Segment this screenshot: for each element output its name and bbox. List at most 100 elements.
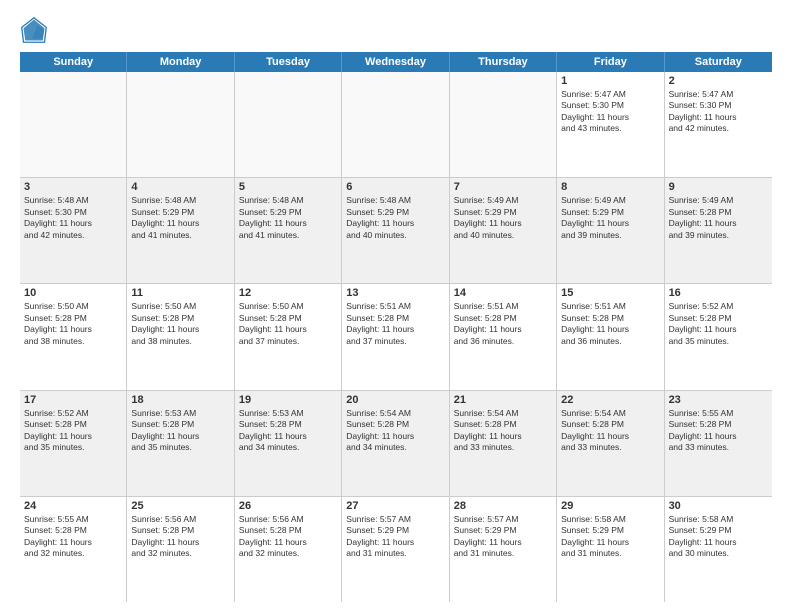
calendar-row: 10Sunrise: 5:50 AMSunset: 5:28 PMDayligh… [20, 284, 772, 390]
day-info: Sunrise: 5:54 AMSunset: 5:28 PMDaylight:… [346, 408, 444, 454]
day-number: 23 [669, 394, 768, 406]
day-number: 15 [561, 287, 659, 299]
day-info: Sunrise: 5:57 AMSunset: 5:29 PMDaylight:… [454, 514, 552, 560]
day-number: 24 [24, 500, 122, 512]
calendar-cell: 23Sunrise: 5:55 AMSunset: 5:28 PMDayligh… [665, 391, 772, 496]
day-info: Sunrise: 5:58 AMSunset: 5:29 PMDaylight:… [561, 514, 659, 560]
calendar-cell [127, 72, 234, 177]
calendar-cell: 26 Sunrise: 5:56 AMSunset: 5:28 PMDayligh… [235, 497, 342, 602]
day-info: Sunrise: 5:47 AMSunset: 5:30 PMDaylight:… [561, 89, 659, 135]
calendar-cell: 22 Sunrise: 5:54 AMSunset: 5:28 PMDayligh… [557, 391, 664, 496]
day-number: 7 [454, 181, 552, 193]
header-cell-tuesday: Tuesday [235, 52, 342, 72]
calendar-cell: 1 Sunrise: 5:47 AMSunset: 5:30 PMDaylight… [557, 72, 664, 177]
calendar-cell [235, 72, 342, 177]
header-cell-friday: Friday [557, 52, 664, 72]
day-number: 17 [24, 394, 122, 406]
calendar-cell: 16Sunrise: 5:52 AMSunset: 5:28 PMDayligh… [665, 284, 772, 389]
day-number: 13 [346, 287, 444, 299]
day-info: Sunrise: 5:50 AMSunset: 5:28 PMDaylight:… [24, 301, 122, 347]
day-number: 22 [561, 394, 659, 406]
day-info: Sunrise: 5:48 AMSunset: 5:29 PMDaylight:… [239, 195, 337, 241]
day-number: 11 [131, 287, 229, 299]
day-info: Sunrise: 5:58 AMSunset: 5:29 PMDaylight:… [669, 514, 768, 560]
day-info: Sunrise: 5:56 AMSunset: 5:28 PMDaylight:… [239, 514, 337, 560]
calendar-cell: 12 Sunrise: 5:50 AMSunset: 5:28 PMDayligh… [235, 284, 342, 389]
day-info: Sunrise: 5:54 AMSunset: 5:28 PMDaylight:… [561, 408, 659, 454]
day-info: Sunrise: 5:51 AMSunset: 5:28 PMDaylight:… [346, 301, 444, 347]
calendar-cell: 15 Sunrise: 5:51 AMSunset: 5:28 PMDayligh… [557, 284, 664, 389]
day-number: 6 [346, 181, 444, 193]
calendar-cell: 10Sunrise: 5:50 AMSunset: 5:28 PMDayligh… [20, 284, 127, 389]
day-number: 26 [239, 500, 337, 512]
day-info: Sunrise: 5:54 AMSunset: 5:28 PMDaylight:… [454, 408, 552, 454]
header-cell-saturday: Saturday [665, 52, 772, 72]
calendar-cell: 14 Sunrise: 5:51 AMSunset: 5:28 PMDayligh… [450, 284, 557, 389]
calendar-body: 1 Sunrise: 5:47 AMSunset: 5:30 PMDaylight… [20, 72, 772, 602]
calendar-header: SundayMondayTuesdayWednesdayThursdayFrid… [20, 52, 772, 72]
calendar: SundayMondayTuesdayWednesdayThursdayFrid… [20, 52, 772, 602]
day-info: Sunrise: 5:49 AMSunset: 5:29 PMDaylight:… [454, 195, 552, 241]
day-info: Sunrise: 5:48 AMSunset: 5:30 PMDaylight:… [24, 195, 122, 241]
calendar-cell: 27 Sunrise: 5:57 AMSunset: 5:29 PMDayligh… [342, 497, 449, 602]
day-info: Sunrise: 5:53 AMSunset: 5:28 PMDaylight:… [239, 408, 337, 454]
calendar-cell [20, 72, 127, 177]
calendar-cell: 3 Sunrise: 5:48 AMSunset: 5:30 PMDaylight… [20, 178, 127, 283]
day-info: Sunrise: 5:56 AMSunset: 5:28 PMDaylight:… [131, 514, 229, 560]
calendar-cell: 30Sunrise: 5:58 AMSunset: 5:29 PMDayligh… [665, 497, 772, 602]
day-number: 28 [454, 500, 552, 512]
day-info: Sunrise: 5:51 AMSunset: 5:28 PMDaylight:… [561, 301, 659, 347]
calendar-row: 1 Sunrise: 5:47 AMSunset: 5:30 PMDaylight… [20, 72, 772, 178]
day-info: Sunrise: 5:48 AMSunset: 5:29 PMDaylight:… [131, 195, 229, 241]
logo [20, 16, 50, 44]
day-number: 14 [454, 287, 552, 299]
day-number: 19 [239, 394, 337, 406]
day-info: Sunrise: 5:49 AMSunset: 5:28 PMDaylight:… [669, 195, 768, 241]
calendar-cell: 19 Sunrise: 5:53 AMSunset: 5:28 PMDayligh… [235, 391, 342, 496]
calendar-cell: 20 Sunrise: 5:54 AMSunset: 5:28 PMDayligh… [342, 391, 449, 496]
day-info: Sunrise: 5:53 AMSunset: 5:28 PMDaylight:… [131, 408, 229, 454]
calendar-cell: 6 Sunrise: 5:48 AMSunset: 5:29 PMDaylight… [342, 178, 449, 283]
day-info: Sunrise: 5:50 AMSunset: 5:28 PMDaylight:… [131, 301, 229, 347]
day-info: Sunrise: 5:47 AMSunset: 5:30 PMDaylight:… [669, 89, 768, 135]
calendar-row: 3 Sunrise: 5:48 AMSunset: 5:30 PMDaylight… [20, 178, 772, 284]
header-cell-thursday: Thursday [450, 52, 557, 72]
calendar-row: 17 Sunrise: 5:52 AMSunset: 5:28 PMDayligh… [20, 391, 772, 497]
calendar-cell: 9 Sunrise: 5:49 AMSunset: 5:28 PMDaylight… [665, 178, 772, 283]
day-number: 29 [561, 500, 659, 512]
day-number: 9 [669, 181, 768, 193]
calendar-cell: 8Sunrise: 5:49 AMSunset: 5:29 PMDaylight… [557, 178, 664, 283]
day-info: Sunrise: 5:57 AMSunset: 5:29 PMDaylight:… [346, 514, 444, 560]
day-info: Sunrise: 5:50 AMSunset: 5:28 PMDaylight:… [239, 301, 337, 347]
page: SundayMondayTuesdayWednesdayThursdayFrid… [0, 0, 792, 612]
calendar-cell: 18Sunrise: 5:53 AMSunset: 5:28 PMDayligh… [127, 391, 234, 496]
header-cell-sunday: Sunday [20, 52, 127, 72]
header-cell-monday: Monday [127, 52, 234, 72]
day-number: 1 [561, 75, 659, 87]
calendar-cell: 17 Sunrise: 5:52 AMSunset: 5:28 PMDayligh… [20, 391, 127, 496]
header-cell-wednesday: Wednesday [342, 52, 449, 72]
day-info: Sunrise: 5:52 AMSunset: 5:28 PMDaylight:… [24, 408, 122, 454]
day-number: 5 [239, 181, 337, 193]
calendar-cell: 24Sunrise: 5:55 AMSunset: 5:28 PMDayligh… [20, 497, 127, 602]
calendar-cell [342, 72, 449, 177]
day-number: 8 [561, 181, 659, 193]
calendar-cell: 2 Sunrise: 5:47 AMSunset: 5:30 PMDaylight… [665, 72, 772, 177]
day-info: Sunrise: 5:51 AMSunset: 5:28 PMDaylight:… [454, 301, 552, 347]
day-number: 12 [239, 287, 337, 299]
day-number: 25 [131, 500, 229, 512]
calendar-cell: 25 Sunrise: 5:56 AMSunset: 5:28 PMDayligh… [127, 497, 234, 602]
day-number: 2 [669, 75, 768, 87]
calendar-cell: 4Sunrise: 5:48 AMSunset: 5:29 PMDaylight… [127, 178, 234, 283]
day-info: Sunrise: 5:52 AMSunset: 5:28 PMDaylight:… [669, 301, 768, 347]
calendar-cell: 29 Sunrise: 5:58 AMSunset: 5:29 PMDayligh… [557, 497, 664, 602]
day-info: Sunrise: 5:48 AMSunset: 5:29 PMDaylight:… [346, 195, 444, 241]
calendar-cell: 5 Sunrise: 5:48 AMSunset: 5:29 PMDaylight… [235, 178, 342, 283]
logo-icon [20, 16, 48, 44]
day-number: 27 [346, 500, 444, 512]
day-number: 3 [24, 181, 122, 193]
calendar-cell [450, 72, 557, 177]
day-number: 20 [346, 394, 444, 406]
calendar-cell: 11 Sunrise: 5:50 AMSunset: 5:28 PMDayligh… [127, 284, 234, 389]
calendar-cell: 21Sunrise: 5:54 AMSunset: 5:28 PMDayligh… [450, 391, 557, 496]
